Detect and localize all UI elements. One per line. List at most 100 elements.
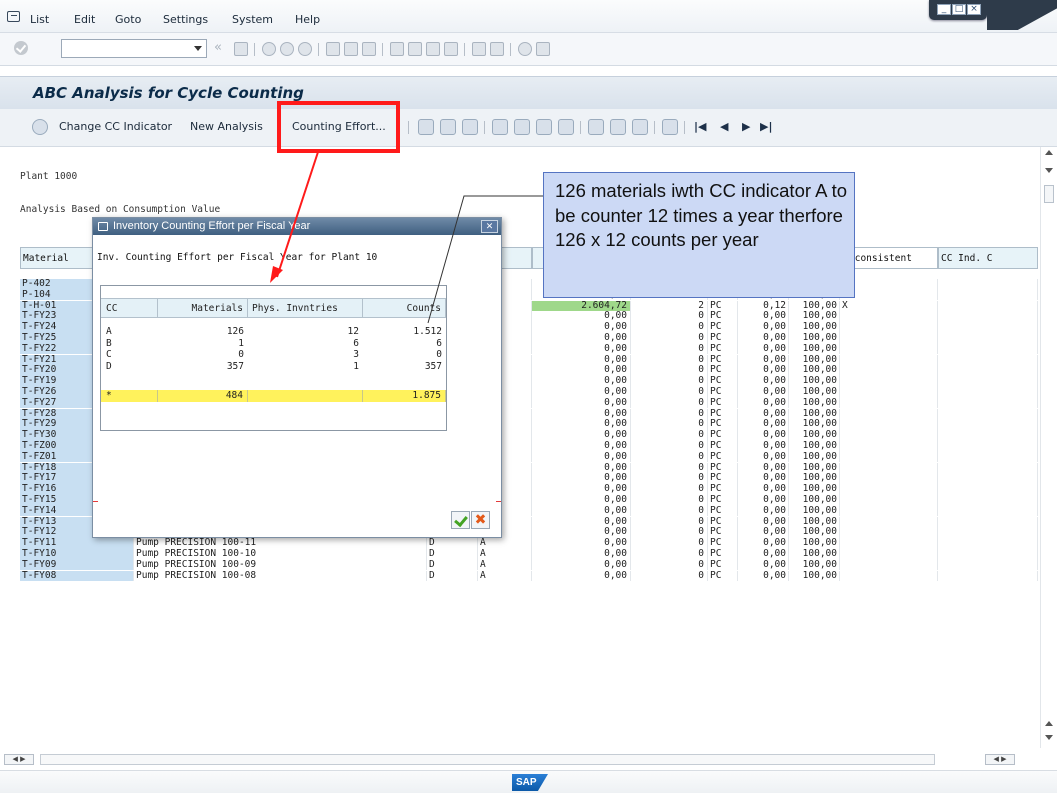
cancel-button[interactable]: ✖ [471, 511, 490, 529]
horizontal-scrollbar[interactable]: ◀ ▶ ◀ ▶ [0, 748, 1040, 770]
shortcut-icon[interactable] [490, 42, 504, 56]
print-icon[interactable] [326, 42, 340, 56]
layout-menu-icon[interactable] [536, 42, 550, 56]
previous-page-icon[interactable] [408, 42, 422, 56]
cancel-icon[interactable] [298, 42, 312, 56]
menu-edit[interactable]: Edit [74, 13, 95, 26]
cell-value: 0,00 [532, 343, 631, 355]
find-icon[interactable] [344, 42, 358, 56]
help-icon[interactable] [518, 42, 532, 56]
menu-bar: List Edit Goto Settings System Help _ □ … [0, 0, 1057, 33]
menu-window-icon[interactable] [7, 11, 20, 22]
info-icon[interactable] [662, 119, 678, 135]
vertical-scrollbar[interactable] [1040, 147, 1057, 748]
scroll-down-icon[interactable] [1045, 735, 1053, 740]
filter-delete-icon[interactable] [462, 119, 478, 135]
dialog-table-row[interactable]: A 126 12 1.512 [101, 326, 446, 338]
scroll-left-right-icon[interactable]: ◀ ▶ [4, 754, 34, 765]
menu-system[interactable]: System [232, 13, 273, 26]
cell-pct2: 100,00 [789, 473, 840, 484]
first-page-icon[interactable] [390, 42, 404, 56]
history-back-icon[interactable]: « [214, 40, 222, 55]
sort-ascending-icon[interactable] [418, 119, 434, 135]
menu-settings[interactable]: Settings [163, 13, 208, 26]
last-icon[interactable]: ▶| [760, 120, 772, 133]
scroll-up-icon[interactable] [1045, 150, 1053, 155]
table-row[interactable]: T-FY09 Pump PRECISION 100-09 D A 0,00 0 PC 0,00… [20, 559, 1040, 571]
cell-cc-indicator [938, 408, 1038, 420]
command-field[interactable] [61, 39, 207, 58]
close-icon[interactable]: ✕ [481, 220, 498, 233]
annotation-callout: 126 materials iwth CC indicator A to be … [543, 172, 855, 298]
next-icon[interactable]: ▶ [742, 120, 750, 133]
change-cc-icon[interactable] [32, 119, 48, 135]
col-materials[interactable]: Materials [158, 298, 248, 318]
cell-inc [840, 451, 938, 463]
table-row[interactable]: T-FY08 Pump PRECISION 100-08 D A 0,00 0 PC 0,00… [20, 570, 1040, 582]
cell-pct2: 100,00 [789, 516, 840, 528]
back-icon[interactable] [262, 42, 276, 56]
exit-icon[interactable] [280, 42, 294, 56]
previous-icon[interactable]: ◀ [720, 120, 728, 133]
menu-goto[interactable]: Goto [115, 13, 141, 26]
scroll-left-right-icon[interactable]: ◀ ▶ [985, 754, 1015, 765]
cell-cc-indicator [938, 473, 1038, 484]
close-icon[interactable]: × [967, 4, 981, 15]
cell-qty: 0 [631, 397, 708, 409]
cell-unit: PC [708, 462, 738, 474]
cell-value: 0,00 [532, 333, 631, 344]
status-bar: SAP [0, 770, 1057, 793]
col-phys-inventories[interactable]: Phys. Invntries [248, 298, 363, 318]
menu-help[interactable]: Help [295, 13, 320, 26]
save-layout-icon[interactable] [632, 119, 648, 135]
col-counts[interactable]: Counts [363, 298, 446, 318]
col-cc[interactable]: CC [101, 298, 158, 318]
scroll-down-icon[interactable] [1045, 168, 1053, 173]
cell-inc [840, 549, 938, 560]
toolbar-separator [382, 43, 383, 56]
col-material[interactable]: Material [20, 247, 100, 269]
layout-icon[interactable] [588, 119, 604, 135]
menu-list[interactable]: List [30, 13, 49, 26]
dialog-table-row[interactable]: B 1 6 6 [101, 338, 446, 350]
total-icon[interactable] [492, 119, 508, 135]
col-cc-indicator[interactable]: CC Ind. C [938, 247, 1038, 269]
first-icon[interactable]: |◀ [694, 120, 706, 133]
cell-unit: PC [708, 516, 738, 528]
enter-icon[interactable] [14, 41, 28, 55]
new-session-icon[interactable] [472, 42, 486, 56]
scroll-up-icon[interactable] [1045, 721, 1053, 726]
next-page-icon[interactable] [426, 42, 440, 56]
confirm-button[interactable] [451, 511, 470, 529]
cell-cc: D [427, 538, 478, 549]
maximize-icon[interactable]: □ [952, 4, 966, 15]
new-analysis-button[interactable]: New Analysis [190, 120, 263, 133]
send-icon[interactable] [558, 119, 574, 135]
export-icon[interactable] [536, 119, 552, 135]
sap-logo: SAP [512, 774, 548, 791]
minimize-icon[interactable]: _ [937, 4, 951, 15]
change-cc-indicator-button[interactable]: Change CC Indicator [59, 120, 172, 133]
chevron-down-icon[interactable] [194, 46, 202, 51]
cell-value: 0,00 [532, 397, 631, 409]
horizontal-scroll-track[interactable] [40, 754, 935, 765]
filter-icon[interactable] [440, 119, 456, 135]
counting-effort-table: CC Materials Phys. Invntries Counts A 126… [100, 285, 447, 431]
dialog-table-row[interactable]: D 357 1 357 [101, 361, 446, 373]
dialog-total-row[interactable]: * 484 1.875 [101, 390, 446, 402]
select-layout-icon[interactable] [610, 119, 626, 135]
cell-cc-indicator [938, 322, 1038, 333]
dialog-table-row[interactable]: C 0 3 0 [101, 349, 446, 361]
last-page-icon[interactable] [444, 42, 458, 56]
subtotal-icon[interactable] [514, 119, 530, 135]
table-row[interactable]: T-FY11 Pump PRECISION 100-11 D A 0,00 0 PC 0,00… [20, 538, 1040, 549]
save-icon[interactable] [234, 42, 248, 56]
table-row[interactable]: T-FY10 Pump PRECISION 100-10 D A 0,00 0 PC 0,00… [20, 549, 1040, 560]
dialog-title-bar[interactable]: Inventory Counting Effort per Fiscal Yea… [93, 218, 501, 235]
cell-pct1: 0,00 [738, 343, 789, 355]
find-next-icon[interactable] [362, 42, 376, 56]
page-title: ABC Analysis for Cycle Counting [33, 84, 304, 102]
scroll-thumb[interactable] [1044, 185, 1054, 203]
cell-cc-indicator [938, 343, 1038, 355]
cell-value: 0,00 [532, 451, 631, 463]
